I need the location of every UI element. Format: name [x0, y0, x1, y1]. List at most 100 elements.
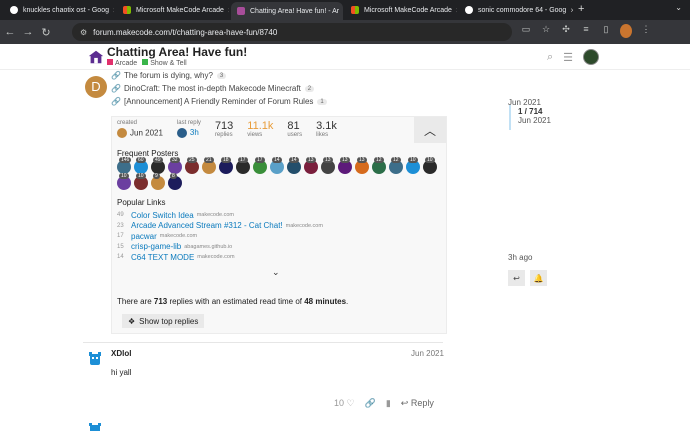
browser-chrome: knuckles chaotix ost - Goog× Microsoft M…: [0, 0, 690, 44]
profile-avatar[interactable]: [620, 24, 632, 38]
bell-icon: 🔔: [533, 273, 544, 283]
poster-avatar[interactable]: 13: [304, 157, 318, 174]
url-text: forum.makecode.com/t/chatting-area-have-…: [93, 27, 278, 37]
reply-button[interactable]: ↩ Reply: [401, 398, 434, 409]
poster-avatar[interactable]: 10: [134, 173, 148, 190]
makecode-logo[interactable]: [87, 48, 105, 66]
post-username[interactable]: XDlol: [111, 349, 131, 358]
poster-count-badge: 10: [408, 157, 418, 163]
post-author-avatar[interactable]: D: [85, 76, 107, 98]
poster-avatar[interactable]: 10: [117, 173, 131, 190]
poster-avatar[interactable]: 17: [253, 157, 267, 174]
collapse-summary-button[interactable]: ︿: [414, 117, 446, 143]
timeline-scrollbar[interactable]: [509, 105, 511, 130]
post-actions: 10 ♡ 🔗 ▮ ↩ Reply: [334, 398, 434, 409]
address-bar[interactable]: ⚙ forum.makecode.com/t/chatting-area-hav…: [72, 23, 512, 41]
media-icon[interactable]: ≡: [580, 24, 592, 38]
popular-links-title: Popular Links: [117, 198, 166, 207]
show-top-replies-button[interactable]: ❖ Show top replies: [122, 314, 205, 328]
tab-5[interactable]: sonic commodore 64 - Goog ×: [459, 2, 573, 18]
close-icon[interactable]: ×: [224, 6, 229, 15]
poster-avatar[interactable]: 12: [372, 157, 386, 174]
close-icon[interactable]: ×: [566, 6, 573, 15]
reply-topic-button[interactable]: ↩: [508, 270, 525, 286]
bookmark-star-icon[interactable]: ☆: [540, 24, 552, 38]
linked-topic[interactable]: 🔗 [Announcement] A Friendly Reminder of F…: [111, 95, 327, 108]
timeline-end-date[interactable]: 3h ago: [508, 253, 532, 262]
hamburger-menu-icon[interactable]: ☰: [563, 51, 573, 64]
tab-4[interactable]: Microsoft MakeCode Arcade×: [345, 2, 457, 18]
notifications-button[interactable]: 🔔: [530, 270, 547, 286]
heart-icon: ♡: [346, 398, 355, 408]
poster-count-badge: 17: [255, 157, 265, 163]
poster-avatar[interactable]: 13: [321, 157, 335, 174]
tab-2[interactable]: Microsoft MakeCode Arcade×: [117, 2, 229, 18]
next-post-avatar[interactable]: [85, 423, 105, 431]
poster-avatar[interactable]: 13: [338, 157, 352, 174]
poster-avatar[interactable]: 21: [202, 157, 216, 174]
linked-topic[interactable]: 🔗 DinoCraft: The most in-depth Makecode M…: [111, 82, 327, 95]
popular-link[interactable]: 17 pacwar makecode.com: [117, 231, 323, 242]
timeline-position[interactable]: 1 / 714 Jun 2021: [518, 107, 551, 125]
linked-topics: 🔗 The forum is dying, why? 3 🔗 DinoCraft: T…: [111, 69, 327, 108]
forward-arrow-icon[interactable]: →: [20, 26, 36, 38]
poster-avatar[interactable]: 60: [134, 157, 148, 174]
poster-avatar[interactable]: 10: [406, 157, 420, 174]
popular-link[interactable]: 49 Color Switch Idea makecode.com: [117, 210, 323, 221]
menu-dots-icon[interactable]: ⋮: [640, 24, 652, 38]
close-icon[interactable]: ×: [109, 6, 114, 15]
poster-avatar[interactable]: 8: [168, 173, 182, 190]
tab-search-chevron-icon[interactable]: ⌄: [675, 3, 682, 12]
poster-count-badge: 12: [374, 157, 384, 163]
sidepanel-icon[interactable]: ▯: [600, 24, 612, 38]
linked-topic[interactable]: 🔗 The forum is dying, why? 3: [111, 69, 327, 82]
cast-icon[interactable]: ▭: [520, 24, 532, 38]
expand-links-chevron-icon[interactable]: ⌄: [272, 267, 280, 278]
share-link-icon[interactable]: 🔗: [365, 398, 376, 409]
back-arrow-icon[interactable]: ←: [2, 26, 18, 38]
reply-arrow-icon: ↩: [513, 273, 520, 283]
poster-avatar[interactable]: 13: [355, 157, 369, 174]
poster-count-badge: 8: [170, 173, 177, 179]
bookmark-icon[interactable]: ▮: [386, 398, 391, 409]
poster-avatar[interactable]: 9: [151, 173, 165, 190]
tab-1[interactable]: knuckles chaotix ost - Goog×: [4, 2, 114, 18]
poster-count-badge: 13: [340, 157, 350, 163]
poster-count-badge: 10: [119, 173, 129, 179]
link-icon: 🔗: [111, 97, 121, 106]
poster-avatar[interactable]: 17: [236, 157, 250, 174]
link-icon: 🔗: [111, 84, 121, 93]
category-show-tell[interactable]: Show & Tell: [142, 59, 187, 67]
category-arcade[interactable]: Arcade: [107, 59, 137, 67]
created-stat: created Jun 2021: [117, 120, 163, 138]
poster-avatar[interactable]: 14: [287, 157, 301, 174]
popular-link[interactable]: 23 Arcade Advanced Stream #312 - Cat Chat…: [117, 221, 323, 232]
user-avatar[interactable]: [583, 49, 600, 65]
popular-link[interactable]: 14 C64 TEXT MODE makecode.com: [117, 252, 323, 263]
close-icon[interactable]: ×: [452, 6, 457, 15]
xdlol-avatar[interactable]: [85, 349, 105, 369]
poster-avatar[interactable]: 25: [185, 157, 199, 174]
poster-count-badge: 13: [306, 157, 316, 163]
poster-avatar[interactable]: 32: [168, 157, 182, 174]
poster-avatar[interactable]: 10: [423, 157, 437, 174]
post-date[interactable]: Jun 2021: [411, 349, 444, 358]
creator-avatar[interactable]: [117, 128, 127, 138]
topic-title[interactable]: Chatting Area! Have fun!: [107, 45, 247, 59]
close-icon[interactable]: ×: [339, 7, 343, 16]
popular-link[interactable]: 15 crisp-game-lib abagames.github.io: [117, 242, 323, 253]
tab-strip: knuckles chaotix ost - Goog× Microsoft M…: [0, 0, 690, 20]
reload-icon[interactable]: ↻: [38, 26, 54, 39]
poster-avatar[interactable]: 14: [270, 157, 284, 174]
last-replier-avatar[interactable]: [176, 128, 187, 139]
poster-avatar[interactable]: 18: [219, 157, 233, 174]
new-tab-icon[interactable]: +: [578, 3, 584, 15]
poster-avatar[interactable]: 12: [389, 157, 403, 174]
like-count[interactable]: 10 ♡: [334, 398, 355, 409]
poster-avatar[interactable]: 146: [117, 157, 132, 174]
search-icon[interactable]: ⌕: [547, 51, 553, 64]
extensions-icon[interactable]: ✣: [560, 24, 572, 38]
tab-3-active[interactable]: Chatting Area! Have fun! - Ar×: [231, 2, 343, 20]
site-info-icon[interactable]: ⚙: [80, 28, 87, 37]
poster-avatar[interactable]: 49: [151, 157, 165, 174]
